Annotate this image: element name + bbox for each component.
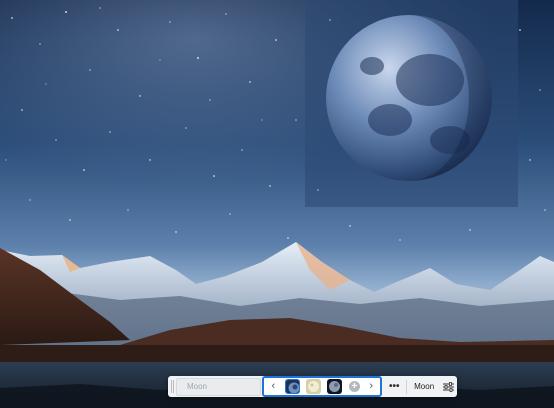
- wallpaper-image: [0, 0, 554, 408]
- earth-moon-image: [285, 380, 299, 393]
- full-moon-thumbnail[interactable]: [306, 379, 322, 394]
- dark-moon-thumbnail[interactable]: [327, 379, 343, 394]
- wallpaper-name-field[interactable]: Moon: [175, 377, 262, 396]
- more-horizontal-icon[interactable]: •••: [385, 378, 403, 396]
- sliders-icon[interactable]: [439, 378, 457, 396]
- wallpaper-toolbar: Moon ‹ + › ••• Moon: [168, 376, 457, 397]
- moon-button[interactable]: Moon: [414, 382, 434, 391]
- full-moon-image: [306, 379, 322, 394]
- toolbar-divider: [406, 379, 408, 394]
- chevron-right-icon[interactable]: ›: [366, 379, 376, 394]
- plus-circle-icon[interactable]: +: [348, 381, 360, 392]
- wallpaper-picker: ‹ + ›: [262, 376, 383, 397]
- earth-moon-thumbnail[interactable]: [284, 379, 300, 394]
- dark-moon-image: [327, 379, 343, 394]
- chevron-left-icon[interactable]: ‹: [268, 379, 278, 394]
- drag-handle[interactable]: [171, 380, 174, 393]
